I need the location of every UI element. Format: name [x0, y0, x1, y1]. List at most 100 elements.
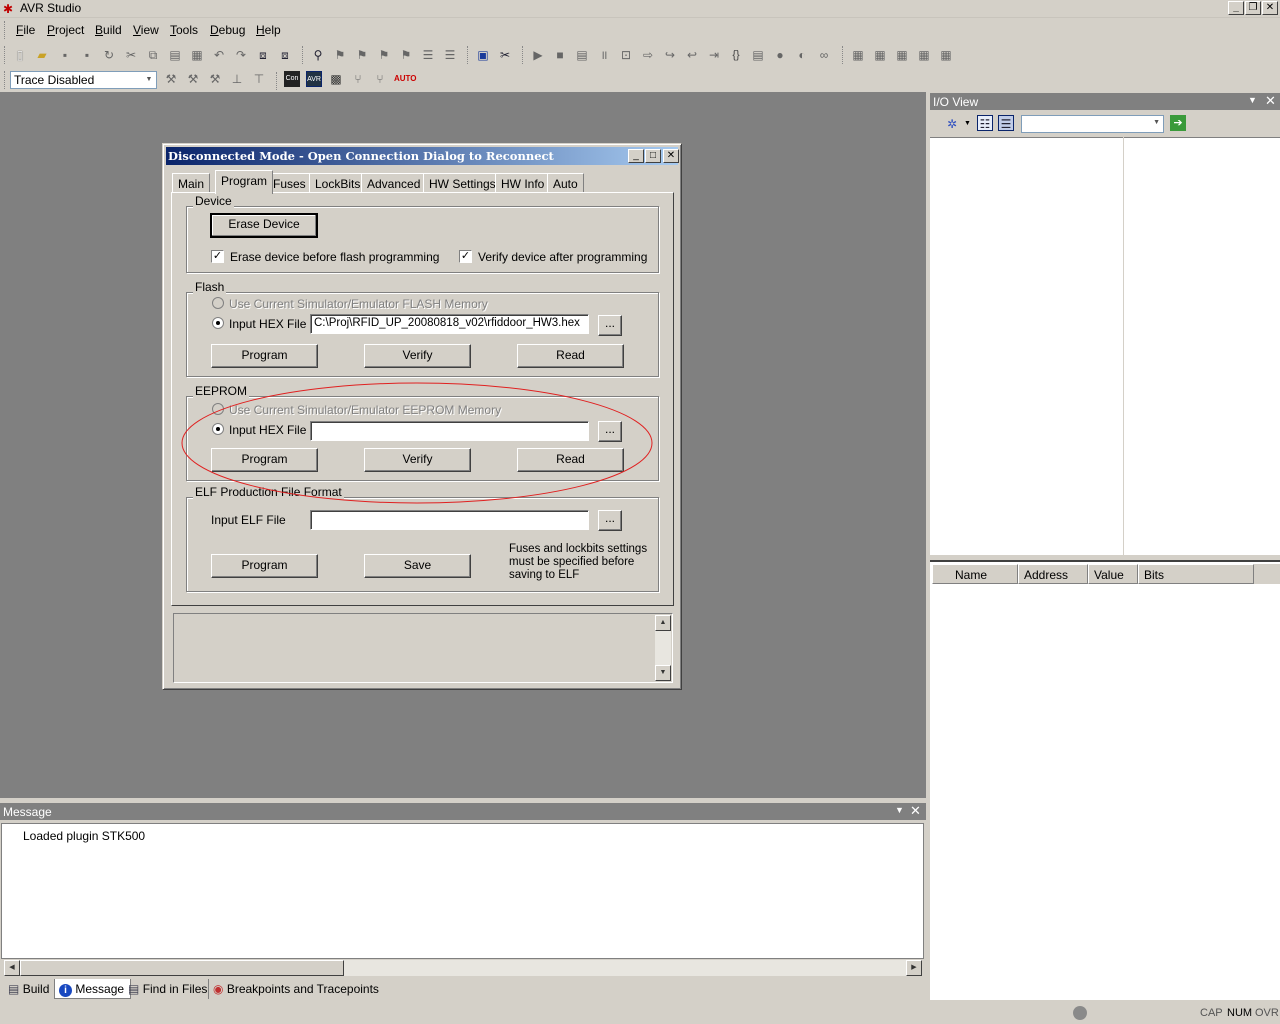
tab-lockbits[interactable]: LockBits [309, 173, 367, 193]
tab-find-in-files[interactable]: ▤ Find in Files [124, 979, 213, 999]
run-to-cursor-icon[interactable]: ⇥ [706, 47, 722, 63]
trace-toolbar-grip[interactable] [4, 71, 7, 89]
message-close-icon[interactable]: ✕ [910, 803, 921, 819]
menubar-grip[interactable] [4, 21, 7, 39]
dialog-log-area[interactable]: ▲ ▼ [173, 613, 673, 683]
menu-debug[interactable]: Debug [210, 23, 245, 37]
flash-read-button[interactable]: Read [517, 344, 624, 368]
undo-icon[interactable]: ↶ [211, 47, 227, 63]
dialog-log-scrollbar[interactable]: ▲ ▼ [655, 615, 671, 681]
message-dropdown-icon[interactable]: ▼ [895, 805, 904, 815]
restore-button[interactable]: ❐ [1245, 1, 1261, 15]
bookmark-clear-icon[interactable]: ⚑ [398, 47, 414, 63]
dialog-title-bar[interactable]: Disconnected Mode - Open Connection Dial… [166, 147, 679, 165]
step-over-icon[interactable]: ↪ [662, 47, 678, 63]
io-tree-view-icon[interactable]: ☷ [977, 115, 993, 131]
elf-browse-button[interactable]: ... [598, 510, 622, 531]
message-scroll-thumb[interactable] [20, 960, 344, 976]
paste-icon[interactable]: ▤ [167, 47, 183, 63]
quickwatch-icon[interactable]: ◐ [794, 47, 810, 63]
trace-mode-select[interactable]: Trace Disabled ▼ [10, 71, 157, 89]
dialog-minimize-button[interactable]: _ [628, 149, 644, 163]
connect-icon[interactable]: ✂ [497, 47, 513, 63]
elf-program-button[interactable]: Program [211, 554, 318, 578]
flash-input-hex-radio[interactable] [212, 317, 224, 329]
flash-use-sim-radio[interactable] [212, 297, 224, 309]
find-icon[interactable]: ⚲ [310, 47, 326, 63]
copy-icon[interactable]: ⧉ [145, 47, 161, 63]
io-column-address[interactable]: Address [1018, 564, 1088, 584]
dialog-maximize-button[interactable]: □ [645, 149, 661, 163]
message-hscrollbar[interactable]: ◀ ▶ [4, 960, 922, 976]
tab-hw-settings[interactable]: HW Settings [423, 173, 502, 193]
bookmark-next-icon[interactable]: ⚑ [354, 47, 370, 63]
io-search-dropdown-icon[interactable]: ▼ [1153, 119, 1160, 126]
menu-help[interactable]: Help [256, 23, 281, 37]
io-list-view-icon[interactable]: ☰ [998, 115, 1014, 131]
io-column-name[interactable]: Name [932, 564, 1018, 584]
verify-after-checkbox[interactable]: ✓ [459, 250, 472, 263]
bookmark-prev-icon[interactable]: ⚑ [376, 47, 392, 63]
trace-up-icon[interactable]: ⊤ [251, 71, 267, 87]
io-view-dropdown-icon[interactable]: ▼ [1248, 95, 1257, 105]
scroll-left-arrow-icon[interactable]: ◀ [4, 960, 20, 976]
outdent-icon[interactable]: ☰ [442, 47, 458, 63]
tab-auto[interactable]: Auto [547, 173, 584, 193]
run-icon[interactable]: ▶ [530, 47, 546, 63]
menu-project[interactable]: Project [47, 23, 84, 37]
avr-button-icon[interactable]: AVR [306, 71, 322, 87]
tab-advanced[interactable]: Advanced [361, 173, 427, 193]
disassembly-icon[interactable]: ▤ [750, 47, 766, 63]
cut-icon[interactable]: ✂ [123, 47, 139, 63]
print-preview-icon[interactable]: ▦ [189, 47, 205, 63]
minimize-button[interactable]: _ [1228, 1, 1244, 15]
trace-settings-icon[interactable]: ⚒ [185, 71, 201, 87]
flash-program-button[interactable]: Program [211, 344, 318, 368]
menu-file[interactable]: File [16, 23, 35, 37]
new-file-icon[interactable]: ▯ [12, 47, 28, 63]
io-icon[interactable]: ▦ [894, 47, 910, 63]
step-into-icon[interactable]: ⇨ [640, 47, 656, 63]
jtag-icon[interactable]: ⑂ [350, 71, 366, 87]
tab-fuses[interactable]: Fuses [267, 173, 312, 193]
io-view-tree[interactable] [930, 137, 1280, 555]
scroll-right-arrow-icon[interactable]: ▶ [906, 960, 922, 976]
watch-icon[interactable]: ∞ [816, 47, 832, 63]
connect-programmer-icon[interactable]: Con [284, 71, 300, 87]
elf-path-input[interactable] [310, 510, 589, 530]
elf-save-button[interactable]: Save [364, 554, 471, 578]
chevron-down-icon[interactable]: ▼ [143, 73, 155, 87]
open-folder-icon[interactable]: ▰ [34, 47, 50, 63]
trace-wrench-icon[interactable]: ⚒ [163, 71, 179, 87]
stop-icon[interactable]: ■ [552, 47, 568, 63]
flash-hex-path-input[interactable]: C:\Proj\RFID_UP_20080818_v02\rfiddoor_HW… [310, 314, 589, 334]
tab-hw-info[interactable]: HW Info [495, 173, 551, 193]
io-filter-icon[interactable]: ✲ [944, 116, 960, 132]
io-view-splitter[interactable] [1123, 137, 1124, 555]
memory-icon[interactable]: ▦ [850, 47, 866, 63]
erase-device-button[interactable]: Erase Device [210, 213, 318, 238]
probe-icon[interactable]: ⑂ [372, 71, 388, 87]
processor-icon[interactable]: ▦ [916, 47, 932, 63]
erase-before-flash-checkbox[interactable]: ✓ [211, 250, 224, 263]
message-output[interactable]: Loaded plugin STK500 [1, 823, 924, 959]
tab-build[interactable]: ▤ Build [4, 979, 55, 999]
scroll-up-arrow-icon[interactable]: ▲ [655, 615, 671, 631]
redo-icon[interactable]: ↷ [233, 47, 249, 63]
scroll-down-arrow-icon[interactable]: ▼ [655, 665, 671, 681]
step-out-icon[interactable]: ↩ [684, 47, 700, 63]
window-layout-icon[interactable]: ▦ [938, 47, 954, 63]
menu-build[interactable]: Build [95, 23, 122, 37]
braces-icon[interactable]: {} [728, 47, 744, 63]
trace-down-icon[interactable]: ⊥ [229, 71, 245, 87]
avr-programmer-icon[interactable]: ▣ [475, 47, 491, 63]
tab-breakpoints[interactable]: ◉ Breakpoints and Tracepoints [208, 979, 385, 999]
dialog-close-button[interactable]: ✕ [663, 149, 679, 163]
io-column-bits[interactable]: Bits [1138, 564, 1254, 584]
print-icon[interactable]: ↻ [101, 47, 117, 63]
reset-icon[interactable]: ▤ [574, 47, 590, 63]
windows-icon[interactable]: ⧈ [255, 47, 271, 63]
menu-view[interactable]: View [133, 23, 159, 37]
toolbar-grip[interactable] [4, 46, 7, 64]
io-column-value[interactable]: Value [1088, 564, 1138, 584]
